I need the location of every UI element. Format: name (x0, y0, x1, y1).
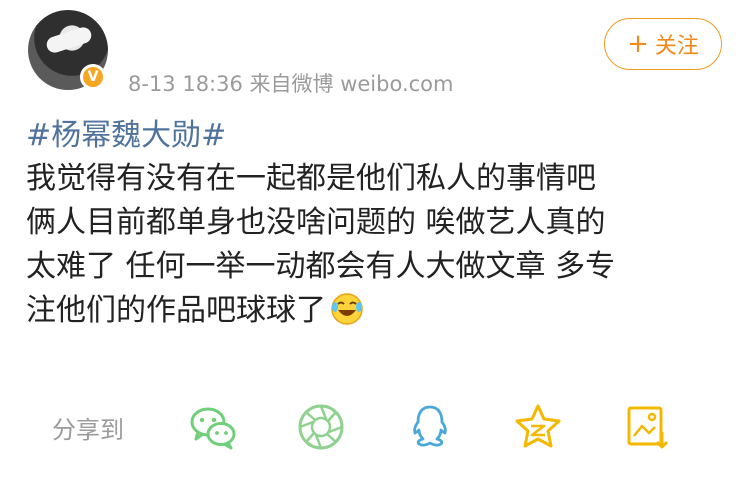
moments-icon[interactable] (296, 402, 346, 452)
share-label: 分享到 (52, 416, 124, 444)
follow-button[interactable]: + 关注 (604, 18, 722, 70)
content-line-text: 注他们的作品吧球球了 (26, 293, 326, 328)
plus-icon: + (627, 29, 649, 59)
follow-label: 关注 (654, 34, 699, 59)
content-line: 太难了 任何一举一动都会有人大做文章 多专 (26, 249, 616, 284)
laughing-crying-emoji-icon (331, 292, 363, 325)
wechat-icon[interactable] (188, 402, 238, 452)
content-line: 我觉得有没有在一起都是他们私人的事情吧 (26, 161, 596, 196)
topic-link[interactable]: #杨幂魏大勋# (26, 110, 226, 154)
avatar-highlight (44, 25, 94, 55)
qq-icon[interactable] (405, 402, 455, 452)
qzone-icon[interactable] (513, 402, 563, 452)
content-line-last: 注他们的作品吧球球了 (26, 289, 716, 333)
verified-badge: V (80, 64, 106, 90)
save-image-icon[interactable] (622, 402, 672, 452)
post-content: 我觉得有没有在一起都是他们私人的事情吧 俩人目前都单身也没啥问题的 唉做艺人真的… (26, 157, 716, 333)
content-line: 俩人目前都单身也没啥问题的 唉做艺人真的 (26, 205, 606, 240)
post-meta: 8-13 18:36 来自微博 weibo.com (128, 72, 454, 96)
